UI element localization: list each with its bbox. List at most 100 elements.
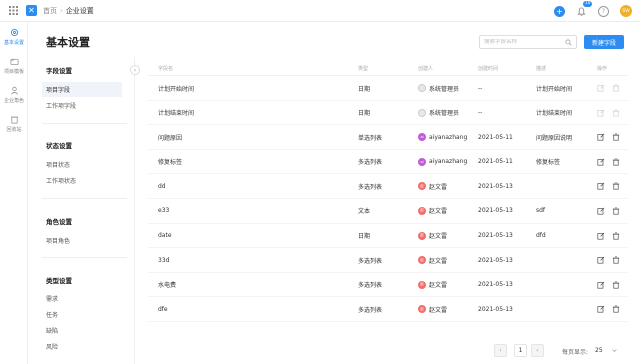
delete-icon[interactable] <box>612 305 620 313</box>
created-time-cell: 2021-05-13 <box>478 232 513 240</box>
search-icon[interactable] <box>565 38 572 46</box>
delete-icon[interactable] <box>612 109 620 117</box>
delete-action[interactable] <box>612 199 620 223</box>
edit-action[interactable] <box>597 174 605 198</box>
settings-menu: 字段设置 项目字段 工作项字段 状态设置 项目状态 工作项状态 角色设置 项目角… <box>42 57 127 364</box>
edit-icon[interactable] <box>597 182 605 190</box>
creator-cell: 赵赵文雷 <box>418 248 447 272</box>
avatar <box>418 84 426 92</box>
user-icon <box>10 86 18 95</box>
menu-item-project-roles[interactable]: 项目角色 <box>42 233 122 248</box>
delete-action[interactable] <box>612 174 620 198</box>
edit-icon[interactable] <box>597 158 605 166</box>
delete-icon[interactable] <box>612 207 620 215</box>
search-box[interactable] <box>479 35 577 49</box>
app-logo[interactable]: ✕ <box>26 5 37 16</box>
nav-enterprise-roles[interactable]: 企业角色 <box>0 80 28 109</box>
delete-icon[interactable] <box>612 256 620 264</box>
menu-item-risk[interactable]: 风险 <box>42 339 122 354</box>
menu-item-defect[interactable]: 缺陷 <box>42 323 122 338</box>
breadcrumb-current: 企业设置 <box>65 6 94 15</box>
new-field-button[interactable]: 新建字段 <box>584 35 624 49</box>
edit-action[interactable] <box>597 224 605 248</box>
delete-action[interactable] <box>612 273 620 297</box>
column-header-created-time: 创建时间 <box>478 66 499 72</box>
nav-basic-settings[interactable]: 基本设置 <box>0 22 28 51</box>
edit-action[interactable] <box>597 150 605 174</box>
next-page-button[interactable]: › <box>531 344 544 357</box>
description-cell: 计划结束时间 <box>536 110 573 118</box>
edit-action[interactable] <box>597 297 605 321</box>
field-name-cell: dfe <box>158 305 168 313</box>
gear-icon <box>10 28 18 36</box>
delete-icon[interactable] <box>612 158 620 166</box>
edit-icon[interactable] <box>597 256 605 264</box>
menu-item-requirement[interactable]: 需求 <box>42 291 122 306</box>
menu-divider <box>42 123 127 124</box>
apps-grid-icon[interactable] <box>0 0 26 22</box>
creator-cell: 系统管理员 <box>418 76 459 100</box>
menu-divider <box>42 257 127 258</box>
menu-item-workitem-status[interactable]: 工作项状态 <box>42 173 122 188</box>
nav-recycle-bin[interactable]: 回收站 <box>0 109 28 138</box>
column-header-actions: 操作 <box>597 66 608 72</box>
bell-icon[interactable]: 16 <box>576 0 592 17</box>
delete-icon[interactable] <box>612 84 620 92</box>
delete-action[interactable] <box>612 125 620 149</box>
creator-cell: 赵赵文雷 <box>418 273 447 297</box>
menu-item-task[interactable]: 任务 <box>42 307 122 322</box>
notification-badge: 16 <box>583 0 592 7</box>
user-avatar[interactable]: SW <box>620 5 632 17</box>
menu-item-workitem-fields[interactable]: 工作项字段 <box>42 98 122 113</box>
page-size-select[interactable]: 25 <box>593 344 619 357</box>
search-input[interactable] <box>484 39 564 45</box>
delete-action[interactable] <box>612 248 620 272</box>
delete-action[interactable] <box>612 150 620 174</box>
help-icon[interactable]: ? <box>598 5 609 17</box>
edit-icon[interactable] <box>597 109 605 117</box>
edit-action[interactable] <box>597 273 605 297</box>
prev-page-button[interactable]: ‹ <box>494 344 507 357</box>
delete-icon[interactable] <box>612 182 620 190</box>
table-row[interactable]: 问题原因 单选列表 ai aiyanazhang 2021-05-11 问题原因说明 <box>148 125 628 150</box>
nav-project-templates[interactable]: 项目模板 <box>0 51 28 80</box>
table-row[interactable]: e33 文本 赵赵文雷 2021-05-13 sdf <box>148 199 628 224</box>
edit-action[interactable] <box>597 199 605 223</box>
edit-icon[interactable] <box>597 232 605 240</box>
field-name-cell: 33d <box>158 256 170 264</box>
delete-action[interactable] <box>612 224 620 248</box>
table-row[interactable]: 修复标签 多选列表 ai aiyanazhang 2021-05-11 修复标签 <box>148 150 628 175</box>
add-icon[interactable]: + <box>554 5 565 17</box>
table-row[interactable]: dfe 多选列表 赵赵文雷 2021-05-13 <box>148 297 628 322</box>
fields-table: 字段名 类型 创建人 创建时间 描述 操作 计划开始时间 日期 系统管理员 -- 计划开… <box>148 62 628 322</box>
delete-icon[interactable] <box>612 281 620 289</box>
avatar: 赵 <box>418 280 426 289</box>
table-row[interactable]: dd 多选列表 赵赵文雷 2021-05-13 <box>148 174 628 199</box>
delete-action[interactable] <box>612 297 620 321</box>
table-row[interactable]: 计划开始时间 日期 系统管理员 -- 计划开始时间 <box>148 76 628 101</box>
page-number-button[interactable]: 1 <box>514 344 527 357</box>
page-size-label: 每页显示: <box>562 349 589 356</box>
edit-icon[interactable] <box>597 133 605 141</box>
edit-icon[interactable] <box>597 207 605 215</box>
page-title: 基本设置 <box>46 36 90 49</box>
edit-icon[interactable] <box>597 281 605 289</box>
menu-item-project-fields[interactable]: 项目字段 <box>42 82 122 97</box>
edit-action[interactable] <box>597 248 605 272</box>
edit-icon[interactable] <box>597 305 605 313</box>
edit-action[interactable] <box>597 125 605 149</box>
delete-icon[interactable] <box>612 232 620 240</box>
creator-name: 赵文雷 <box>429 233 448 241</box>
menu-item-project-status[interactable]: 项目状态 <box>42 157 122 172</box>
table-row[interactable]: date 日期 赵赵文雷 2021-05-13 dfd <box>148 224 628 249</box>
table-row[interactable]: 水电费 多选列表 赵赵文雷 2021-05-13 <box>148 273 628 298</box>
field-name-cell: e33 <box>158 207 170 215</box>
table-row[interactable]: 计划结束时间 日期 系统管理员 -- 计划结束时间 <box>148 101 628 126</box>
breadcrumb-home[interactable]: 首页 <box>43 6 57 16</box>
created-time-cell: 2021-05-11 <box>478 158 513 166</box>
table-row[interactable]: 33d 多选列表 赵赵文雷 2021-05-13 <box>148 248 628 273</box>
field-name-cell: date <box>158 232 172 240</box>
delete-icon[interactable] <box>612 133 620 141</box>
collapse-menu-button[interactable]: ‹ <box>130 65 140 75</box>
edit-icon[interactable] <box>597 84 605 92</box>
